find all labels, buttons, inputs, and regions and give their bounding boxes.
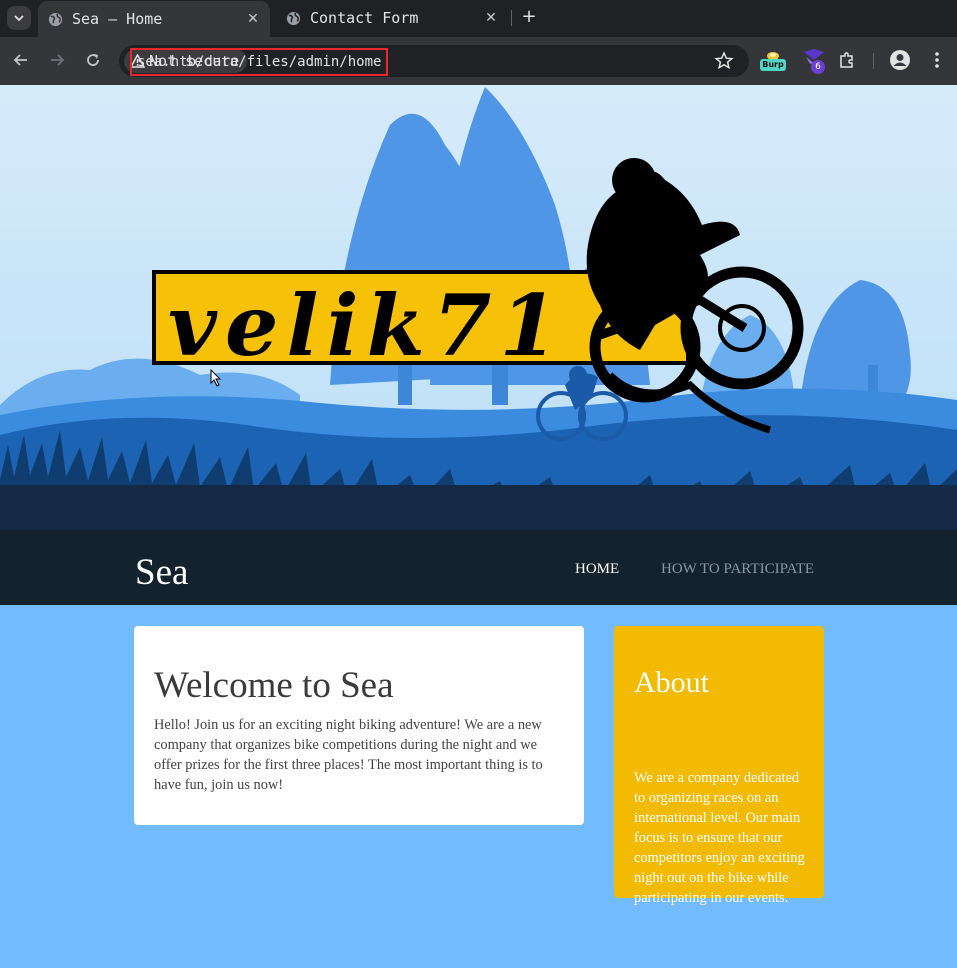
url-text[interactable]: sea.htb/data/files/admin/home <box>130 48 389 76</box>
mouse-cursor-icon <box>210 369 222 387</box>
browser-chrome: Sea – Home ✕ Contact Form ✕ + Not secure <box>0 0 957 85</box>
reload-icon <box>87 54 99 66</box>
wappalyzer-extension-button[interactable]: 6 <box>802 48 828 74</box>
close-icon[interactable]: ✕ <box>244 11 262 27</box>
burp-extension-button[interactable]: Burp <box>760 48 786 74</box>
nav-how-to-participate[interactable]: HOW TO PARTICIPATE <box>661 561 814 578</box>
tab-divider <box>511 10 512 26</box>
star-icon <box>714 51 734 70</box>
tab-contact-form[interactable]: Contact Form ✕ <box>276 0 508 36</box>
forward-button[interactable] <box>46 49 68 71</box>
close-icon[interactable]: ✕ <box>482 10 500 26</box>
arrow-left-icon <box>13 54 27 66</box>
welcome-card: Welcome to Sea Hello! Join us for an exc… <box>134 626 584 825</box>
welcome-text: Hello! Join us for an exciting night bik… <box>154 717 543 793</box>
tab-title: Contact Form <box>310 9 419 27</box>
tab-strip: Sea – Home ✕ Contact Form ✕ + <box>0 0 957 37</box>
extensions-button[interactable] <box>836 49 858 71</box>
kebab-menu-icon <box>935 52 939 68</box>
bookmark-star-button[interactable] <box>713 50 735 72</box>
about-text: We are a company dedicated to organizing… <box>634 770 805 906</box>
back-button[interactable] <box>10 49 32 71</box>
hero-banner: velik71 Sea HOME HOW TO PARTICIPATE <box>0 85 957 605</box>
tab-sea-home[interactable]: Sea – Home ✕ <box>38 1 270 37</box>
site-title[interactable]: Sea <box>135 551 188 594</box>
browser-menu-button[interactable] <box>926 49 948 71</box>
welcome-heading: Welcome to Sea <box>154 665 394 706</box>
profile-button[interactable] <box>889 49 911 71</box>
banner-illustration: velik71 <box>0 85 957 530</box>
chevron-down-icon <box>14 15 24 22</box>
avatar-icon <box>890 50 910 70</box>
globe-icon <box>286 11 301 25</box>
nav-home[interactable]: HOME <box>575 561 619 578</box>
puzzle-icon <box>840 52 853 68</box>
browser-toolbar: Not secure sea.htb/data/files/admin/home… <box>0 37 957 85</box>
burp-label: Burp <box>760 59 786 71</box>
arrow-right-icon <box>51 54 65 66</box>
reload-button[interactable] <box>82 49 104 71</box>
extension-badge: 6 <box>811 60 825 74</box>
new-tab-button[interactable]: + <box>518 6 540 28</box>
about-heading: About <box>634 666 709 699</box>
web-page: velik71 Sea HOME HOW TO PARTICIPATE Welc… <box>0 85 957 968</box>
globe-icon <box>48 12 63 26</box>
tab-title: Sea – Home <box>72 10 163 28</box>
toolbar-divider <box>873 53 874 69</box>
tab-search-button[interactable] <box>7 6 31 30</box>
about-card: About We are a company dedicated to orga… <box>614 626 824 906</box>
